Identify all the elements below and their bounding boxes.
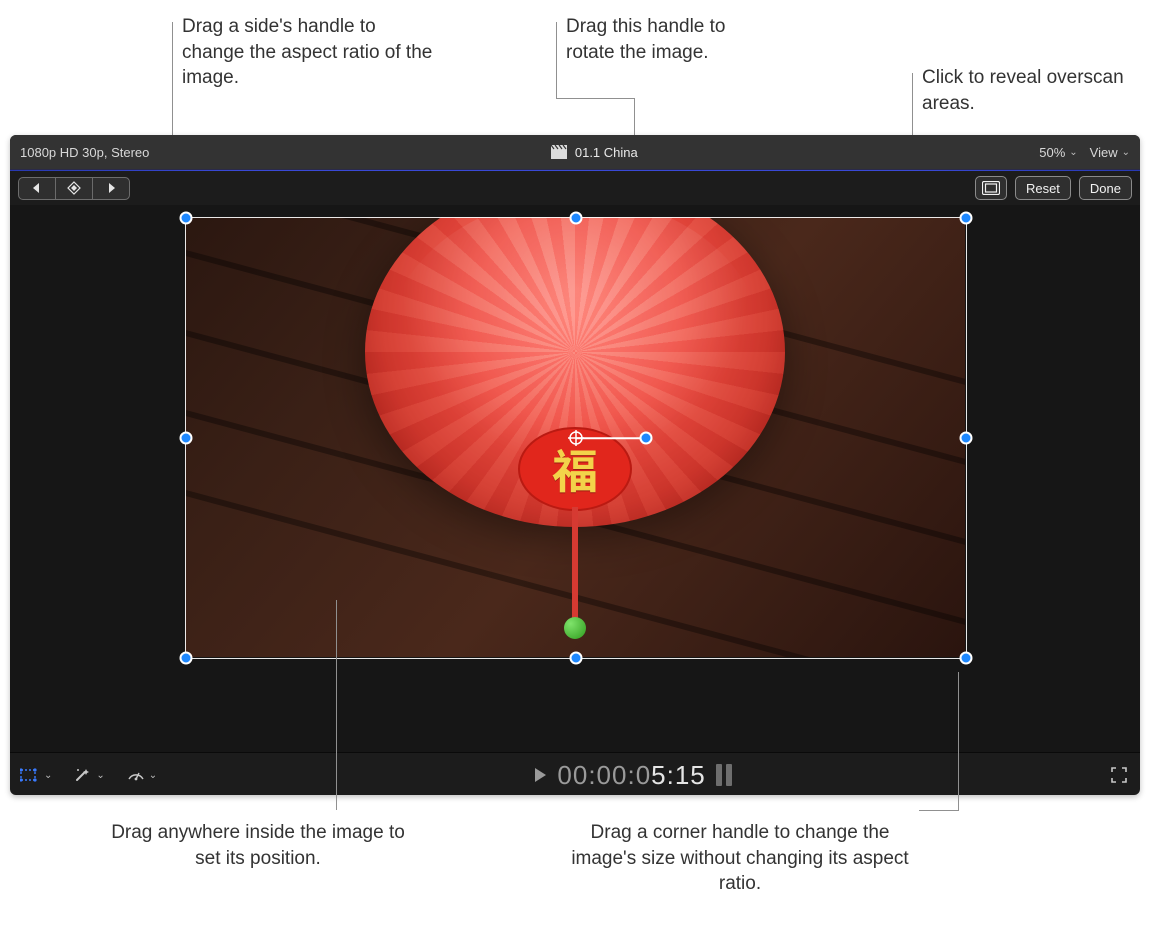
clapperboard-icon bbox=[551, 145, 567, 159]
callout-side-handle: Drag a side's handle to change the aspec… bbox=[182, 14, 442, 91]
viewer-window: 1080p HD 30p, Stereo 01.1 China 50% ⌄ Vi… bbox=[10, 135, 1140, 795]
handle-rotate[interactable] bbox=[640, 432, 653, 445]
callout-line bbox=[919, 810, 959, 811]
handle-corner-bottom-left[interactable] bbox=[180, 652, 193, 665]
callout-line bbox=[336, 600, 337, 810]
callout-text: Drag a side's handle to change the aspec… bbox=[182, 16, 432, 88]
viewer-header: 1080p HD 30p, Stereo 01.1 China 50% ⌄ Vi… bbox=[10, 135, 1140, 170]
zoom-dropdown[interactable]: 50% ⌄ bbox=[1039, 145, 1077, 160]
audio-meter bbox=[716, 764, 732, 786]
timecode-dim: 00:00:0 bbox=[557, 760, 651, 790]
timecode-display[interactable]: 00:00:05:15 bbox=[557, 760, 705, 791]
timecode-bright: 5:15 bbox=[651, 760, 706, 790]
prev-edit-button[interactable] bbox=[19, 178, 56, 199]
callout-overscan: Click to reveal overscan areas. bbox=[922, 65, 1132, 116]
keyframe-button[interactable] bbox=[56, 178, 93, 199]
overscan-button[interactable] bbox=[975, 176, 1007, 200]
format-label: 1080p HD 30p, Stereo bbox=[20, 145, 149, 160]
reset-button[interactable]: Reset bbox=[1015, 176, 1071, 200]
callout-text: Drag a corner handle to change the image… bbox=[571, 822, 908, 894]
done-label: Done bbox=[1090, 181, 1121, 196]
callout-line bbox=[556, 98, 635, 99]
callout-line bbox=[958, 672, 959, 810]
reset-label: Reset bbox=[1026, 181, 1060, 196]
chevron-down-icon: ⌄ bbox=[1122, 147, 1130, 158]
callout-line bbox=[556, 22, 557, 98]
clip-name: 01.1 China bbox=[575, 145, 638, 160]
handle-side-top[interactable] bbox=[570, 212, 583, 225]
retime-tool-dropdown[interactable]: ⌄ bbox=[127, 767, 157, 783]
chevron-down-icon: ⌄ bbox=[1069, 147, 1077, 158]
callout-text: Drag this handle to rotate the image. bbox=[566, 16, 726, 63]
chevron-down-icon: ⌄ bbox=[96, 770, 104, 781]
next-edit-button[interactable] bbox=[93, 178, 129, 199]
onscreen-toolbar: Reset Done bbox=[10, 171, 1140, 205]
view-dropdown[interactable]: View ⌄ bbox=[1090, 145, 1130, 160]
callout-text: Drag anywhere inside the image to set it… bbox=[111, 822, 405, 869]
callout-text: Click to reveal overscan areas. bbox=[922, 67, 1124, 114]
handle-corner-bottom-right[interactable] bbox=[960, 652, 973, 665]
handle-side-bottom[interactable] bbox=[570, 652, 583, 665]
transport-controls: 00:00:05:15 bbox=[157, 760, 1108, 791]
viewer-canvas[interactable]: 福 bbox=[10, 205, 1140, 752]
callout-rotate: Drag this handle to rotate the image. bbox=[566, 14, 756, 65]
handle-side-right[interactable] bbox=[960, 432, 973, 445]
anchor-point-icon[interactable] bbox=[568, 430, 584, 446]
viewer-footer: ⌄ ⌄ ⌄ bbox=[10, 752, 1140, 795]
enhance-tool-dropdown[interactable]: ⌄ bbox=[74, 767, 104, 783]
view-label: View bbox=[1090, 145, 1118, 160]
callout-corner-handle: Drag a corner handle to change the image… bbox=[560, 820, 920, 897]
edit-nav-group bbox=[18, 177, 130, 200]
done-button[interactable]: Done bbox=[1079, 176, 1132, 200]
chevron-down-icon: ⌄ bbox=[149, 770, 157, 781]
transform-tool-dropdown[interactable]: ⌄ bbox=[20, 767, 52, 783]
handle-corner-top-left[interactable] bbox=[180, 212, 193, 225]
fullscreen-button[interactable] bbox=[1108, 764, 1130, 786]
zoom-label: 50% bbox=[1039, 145, 1065, 160]
callout-position: Drag anywhere inside the image to set it… bbox=[108, 820, 408, 871]
play-button[interactable] bbox=[533, 767, 547, 783]
handle-corner-top-right[interactable] bbox=[960, 212, 973, 225]
handle-side-left[interactable] bbox=[180, 432, 193, 445]
chevron-down-icon: ⌄ bbox=[44, 770, 52, 781]
